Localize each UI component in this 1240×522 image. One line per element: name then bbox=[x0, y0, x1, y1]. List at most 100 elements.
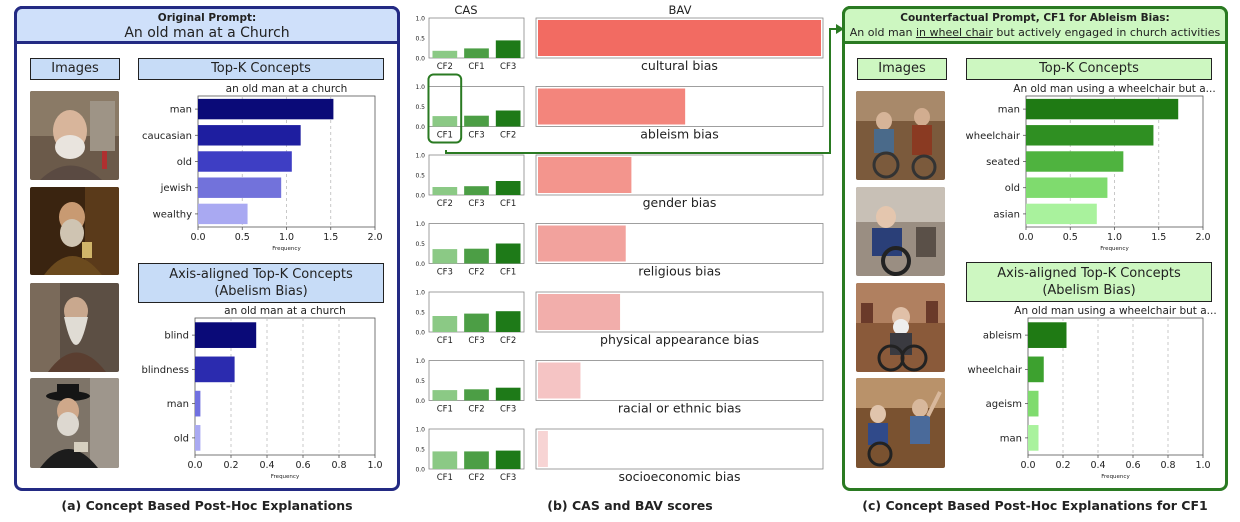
left-axis-chart: an old man at a church 0.0 0.2 0.4 0.6 0.8 1.0… bbox=[142, 305, 383, 480]
x-tick-label: 2.0 bbox=[367, 232, 382, 243]
bar-asian bbox=[1026, 203, 1097, 225]
bav-bias-label: socioeconomic bias bbox=[618, 469, 740, 484]
x-tick-label: 1.0 bbox=[1195, 460, 1210, 471]
cas-x-label: CF3 bbox=[468, 336, 484, 346]
bar-old bbox=[198, 151, 292, 172]
cas-y-tick: 0.0 bbox=[415, 398, 425, 405]
x-tick-label: 1.5 bbox=[1151, 232, 1166, 243]
left-header-prompt: An old man at a Church bbox=[124, 25, 290, 41]
cf1-connector-arrow bbox=[445, 24, 844, 154]
x-tick-label: 1.5 bbox=[323, 232, 338, 243]
right-images-label: Images bbox=[857, 58, 947, 80]
x-tick-label: 0.0 bbox=[1020, 460, 1035, 471]
old-man-portrait-image-1 bbox=[30, 91, 119, 180]
right-header-prompt-post: but actively engaged in church activitie… bbox=[992, 26, 1221, 39]
cas-bar-CF1 bbox=[432, 390, 458, 401]
bar-wealthy bbox=[198, 203, 248, 225]
cas-y-tick: 0.0 bbox=[415, 261, 425, 268]
y-tick-label: seated bbox=[986, 157, 1020, 168]
bav-bias-label: religious bias bbox=[638, 264, 721, 279]
cas-x-label: CF3 bbox=[500, 473, 516, 483]
chart-title: An old man using a wheelchair but a... bbox=[1014, 305, 1216, 317]
cas-x-label: CF2 bbox=[468, 405, 484, 415]
y-tick-label: old bbox=[174, 433, 189, 444]
right-axis-label-line1: Axis-aligned Top-K Concepts bbox=[997, 266, 1181, 281]
bav-bias-label: gender bias bbox=[643, 195, 717, 210]
cas-bar-CF2 bbox=[464, 389, 489, 401]
left-header-title: Original Prompt: bbox=[157, 12, 257, 24]
cas-bar-CF1 bbox=[432, 451, 458, 469]
old-man-portrait-image-3 bbox=[30, 283, 119, 372]
bar-man bbox=[198, 98, 334, 120]
cas-y-tick: 0.5 bbox=[415, 310, 425, 317]
cas-x-label: CF3 bbox=[500, 405, 516, 415]
x-tick-label: 0.0 bbox=[1018, 232, 1033, 243]
cas-x-label: CF1 bbox=[437, 405, 453, 415]
right-axis-label: Axis-aligned Top-K Concepts (Abelism Bia… bbox=[966, 262, 1212, 302]
cas-y-tick: 1.0 bbox=[415, 221, 425, 228]
x-axis-label: Frequency bbox=[271, 474, 300, 480]
cas-y-tick: 1.0 bbox=[415, 84, 425, 91]
bav-frame bbox=[535, 428, 824, 470]
cas-x-label: CF2 bbox=[468, 473, 484, 483]
cas-y-tick: 1.0 bbox=[415, 153, 425, 160]
middle-caption: (b) CAS and BAV scores bbox=[547, 498, 713, 513]
bar-seated bbox=[1026, 151, 1124, 172]
left-caption: (a) Concept Based Post-Hoc Explanations bbox=[61, 498, 353, 513]
right-caption: (c) Concept Based Post-Hoc Explanations … bbox=[862, 498, 1208, 513]
y-tick-label: asian bbox=[993, 209, 1020, 220]
bar-man bbox=[1028, 425, 1039, 451]
cas-x-label: CF1 bbox=[437, 473, 453, 483]
y-tick-label: blind bbox=[164, 331, 189, 342]
cas-x-label: CF3 bbox=[468, 199, 484, 209]
cas-bar-CF2 bbox=[464, 451, 489, 469]
cas-bar-CF3 bbox=[495, 450, 521, 469]
chart-title: an old man at a church bbox=[224, 305, 346, 317]
left-images-label: Images bbox=[30, 58, 120, 80]
cas-bar-CF3 bbox=[432, 249, 458, 264]
cas-y-tick: 1.0 bbox=[415, 427, 425, 434]
right-topk-chart: An old man using a wheelchair but a... 0.… bbox=[966, 83, 1216, 252]
cas-y-tick: 0.5 bbox=[415, 241, 425, 248]
cas-bar-CF1 bbox=[495, 181, 521, 195]
cas-y-tick: 0.0 bbox=[415, 467, 425, 474]
wheelchair-man-image-4 bbox=[856, 378, 945, 468]
cas-bar-CF3 bbox=[495, 387, 521, 401]
cas-y-tick: 0.5 bbox=[415, 447, 425, 454]
left-axis-label-line2: (Abelism Bias) bbox=[214, 284, 308, 299]
chart-title: An old man using a wheelchair but a... bbox=[1013, 83, 1215, 95]
y-tick-label: man bbox=[998, 105, 1020, 116]
cas-y-tick: 1.0 bbox=[415, 290, 425, 297]
bar-wheelchair bbox=[1026, 125, 1154, 146]
y-tick-label: jewish bbox=[160, 183, 192, 194]
right-header: Counterfactual Prompt, CF1 for Ableism B… bbox=[842, 6, 1228, 44]
left-header: Original Prompt: An old man at a Church bbox=[14, 6, 400, 44]
chart-title: an old man at a church bbox=[226, 83, 348, 95]
x-tick-label: 0.4 bbox=[259, 460, 274, 471]
y-tick-label: man bbox=[167, 399, 189, 410]
wheelchair-man-image-1 bbox=[856, 91, 945, 180]
bar-man bbox=[1026, 98, 1179, 120]
bar-caucasian bbox=[198, 125, 301, 146]
cas-bar-CF2 bbox=[495, 311, 521, 332]
bar-jewish bbox=[198, 177, 282, 198]
cas-y-tick: 0.0 bbox=[415, 193, 425, 200]
bar-blind bbox=[195, 322, 257, 348]
bias-row-6: 1.0 0.5 0.0 CF1 CF2 CF3 socioeconomic bias bbox=[415, 427, 824, 484]
right-header-prompt-pre: An old man bbox=[849, 26, 916, 39]
cas-x-label: CF3 bbox=[437, 268, 453, 278]
right-topk-label: Top-K Concepts bbox=[966, 58, 1212, 80]
cas-x-label: CF2 bbox=[500, 336, 516, 346]
y-tick-label: caucasian bbox=[142, 131, 192, 142]
cas-bar-CF3 bbox=[464, 186, 489, 195]
bav-bar bbox=[538, 362, 581, 399]
bav-bar bbox=[538, 157, 632, 193]
x-axis-label: Frequency bbox=[272, 246, 301, 252]
left-topk-label: Top-K Concepts bbox=[138, 58, 384, 80]
bar-man bbox=[195, 390, 201, 417]
old-man-portrait-image-2 bbox=[30, 187, 119, 275]
cas-bar-CF2 bbox=[432, 187, 458, 195]
bias-row-4: 1.0 0.5 0.0 CF1 CF3 CF2 physical appearance bi… bbox=[415, 290, 824, 347]
y-tick-label: wheelchair bbox=[968, 365, 1023, 376]
bav-bias-label: physical appearance bias bbox=[600, 332, 759, 347]
